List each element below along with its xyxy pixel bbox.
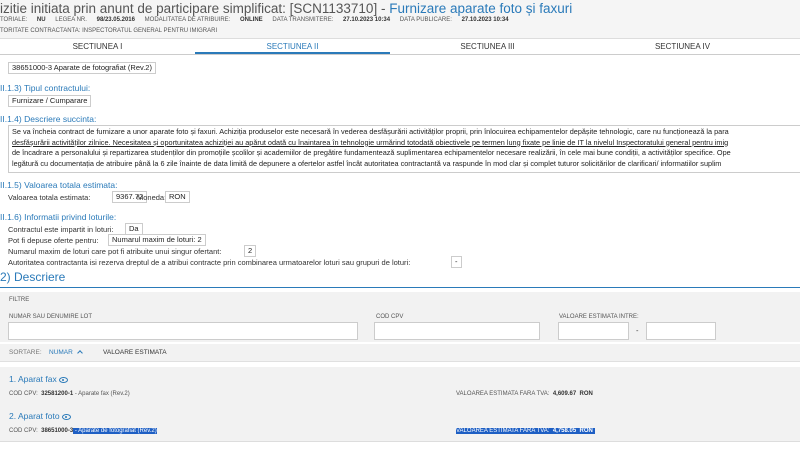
- tab-sectiunea-iv[interactable]: SECTIUNEA IV: [585, 40, 780, 54]
- lot-cpv: COD CPV: 32581200-1 - Aparate fax (Rev.2…: [9, 391, 130, 397]
- cpv-filter-label: COD CPV: [376, 314, 404, 320]
- eye-icon[interactable]: [58, 376, 68, 383]
- eye-icon[interactable]: [61, 413, 71, 420]
- cpv-filter-input[interactable]: [374, 322, 540, 340]
- lot-cpv: COD CPV: 38651000-3 - Aparate de fotogra…: [9, 428, 157, 434]
- currency-value: RON: [165, 191, 190, 203]
- description-text: Se va încheia contract de furnizare a un…: [8, 125, 800, 173]
- description-line: legătură cu documentația de atribuire pâ…: [12, 158, 722, 168]
- lot-filter-input[interactable]: [8, 322, 358, 340]
- lot-value: VALOAREA ESTIMATA FARA TVA: 4,758.05 RON: [456, 428, 595, 434]
- sort-by-value[interactable]: VALOARE ESTIMATA: [103, 349, 167, 356]
- offers-value: Numarul maxim de loturi: 2: [108, 234, 206, 246]
- title-prefix: izitie initiata prin anunt de participar…: [0, 1, 390, 16]
- value-min-input[interactable]: [558, 322, 629, 340]
- tab-sectiunea-iii[interactable]: SECTIUNEA III: [390, 40, 585, 54]
- sort-label: SORTARE:: [9, 349, 42, 356]
- currency-label: Moneda:: [137, 193, 167, 202]
- description-line: desfășurării activităților zilnice. Nece…: [12, 137, 729, 147]
- section-2-title: 2) Descriere: [0, 270, 66, 284]
- description-heading: II.1.4) Descriere succinta:: [0, 114, 97, 124]
- contracting-authority: TORITATE CONTRACTANTA: INSPECTORATUL GEN…: [0, 28, 218, 34]
- title-highlight: Furnizare aparate foto și faxuri: [389, 1, 573, 16]
- lot-filter-label: NUMAR SAU DENUMIRE LOT: [9, 314, 93, 320]
- value-heading: II.1.5) Valoarea totala estimata:: [0, 180, 118, 190]
- meta-item: MODALITATEA DE ATRIBUIRE: ONLINE: [144, 17, 263, 23]
- filters-title: FILTRE: [9, 297, 30, 303]
- lot-card: 2. Aparat foto COD CPV: 38651000-3 - Apa…: [0, 404, 800, 442]
- lot-card: 1. Aparat fax COD CPV: 32581200-1 - Apar…: [0, 367, 800, 405]
- lot-value: VALOAREA ESTIMATA FARA TVA: 4,609.67 RON: [456, 391, 593, 397]
- sort-by-number[interactable]: NUMAR: [49, 349, 83, 356]
- divided-label: Contractul este impartit in loturi:: [8, 225, 114, 234]
- main-cpv-value: 38651000-3 Aparate de fotografiat (Rev.2…: [8, 62, 156, 74]
- value-max-input[interactable]: [646, 322, 716, 340]
- offers-label: Pot fi depuse oferte pentru:: [8, 236, 99, 245]
- procedure-header: izitie initiata prin anunt de participar…: [0, 0, 800, 39]
- page-title: izitie initiata prin anunt de participar…: [0, 1, 572, 16]
- max-lots-label: Numarul maxim de loturi care pot fi atri…: [8, 247, 222, 256]
- section-divider: [0, 287, 800, 288]
- reserve-value: -: [451, 256, 462, 268]
- meta-item: TORIALE: NU: [0, 17, 46, 23]
- meta-item: DATA TRANSMITERE: 27.10.2023 10:34: [272, 17, 391, 23]
- meta-item: DATA PUBLICARE: 27.10.2023 10:34: [399, 17, 509, 23]
- tab-sectiunea-ii[interactable]: SECTIUNEA II: [195, 40, 390, 54]
- contract-type-value: Furnizare / Cumparare: [8, 95, 92, 107]
- lots-info-heading: II.1.6) Informatii privind loturile:: [0, 212, 117, 222]
- value-label: Valoarea totala estimata:: [8, 193, 91, 202]
- value-filter-label: VALOARE ESTIMATA INTRE:: [559, 314, 639, 320]
- reserve-label: Autoritatea contractanta isi rezerva dre…: [8, 258, 411, 267]
- range-dash: -: [636, 326, 639, 335]
- description-line: de încadrare a personalului și repartiza…: [12, 148, 731, 157]
- chevron-up-icon: [76, 350, 83, 356]
- contract-type-heading: II.1.3) Tipul contractului:: [0, 83, 91, 93]
- tab-sectiunea-i[interactable]: SECTIUNEA I: [0, 40, 195, 54]
- lot-title[interactable]: 2. Aparat foto: [9, 411, 71, 421]
- section-tabs: SECTIUNEA I SECTIUNEA II SECTIUNEA III S…: [0, 40, 800, 55]
- lot-title[interactable]: 1. Aparat fax: [9, 374, 68, 384]
- meta-item: LEGEA NR. 98/23.05.2016: [55, 17, 135, 23]
- max-lots-value: 2: [244, 245, 257, 257]
- filters-panel: FILTRE NUMAR SAU DENUMIRE LOT COD CPV VA…: [0, 292, 800, 342]
- sort-bar: SORTARE: NUMAR VALOARE ESTIMATA: [0, 344, 800, 362]
- meta-row: TORIALE: NU LEGEA NR. 98/23.05.2016 MODA…: [0, 17, 517, 23]
- description-line: Se va încheia contract de furnizare a un…: [12, 127, 729, 136]
